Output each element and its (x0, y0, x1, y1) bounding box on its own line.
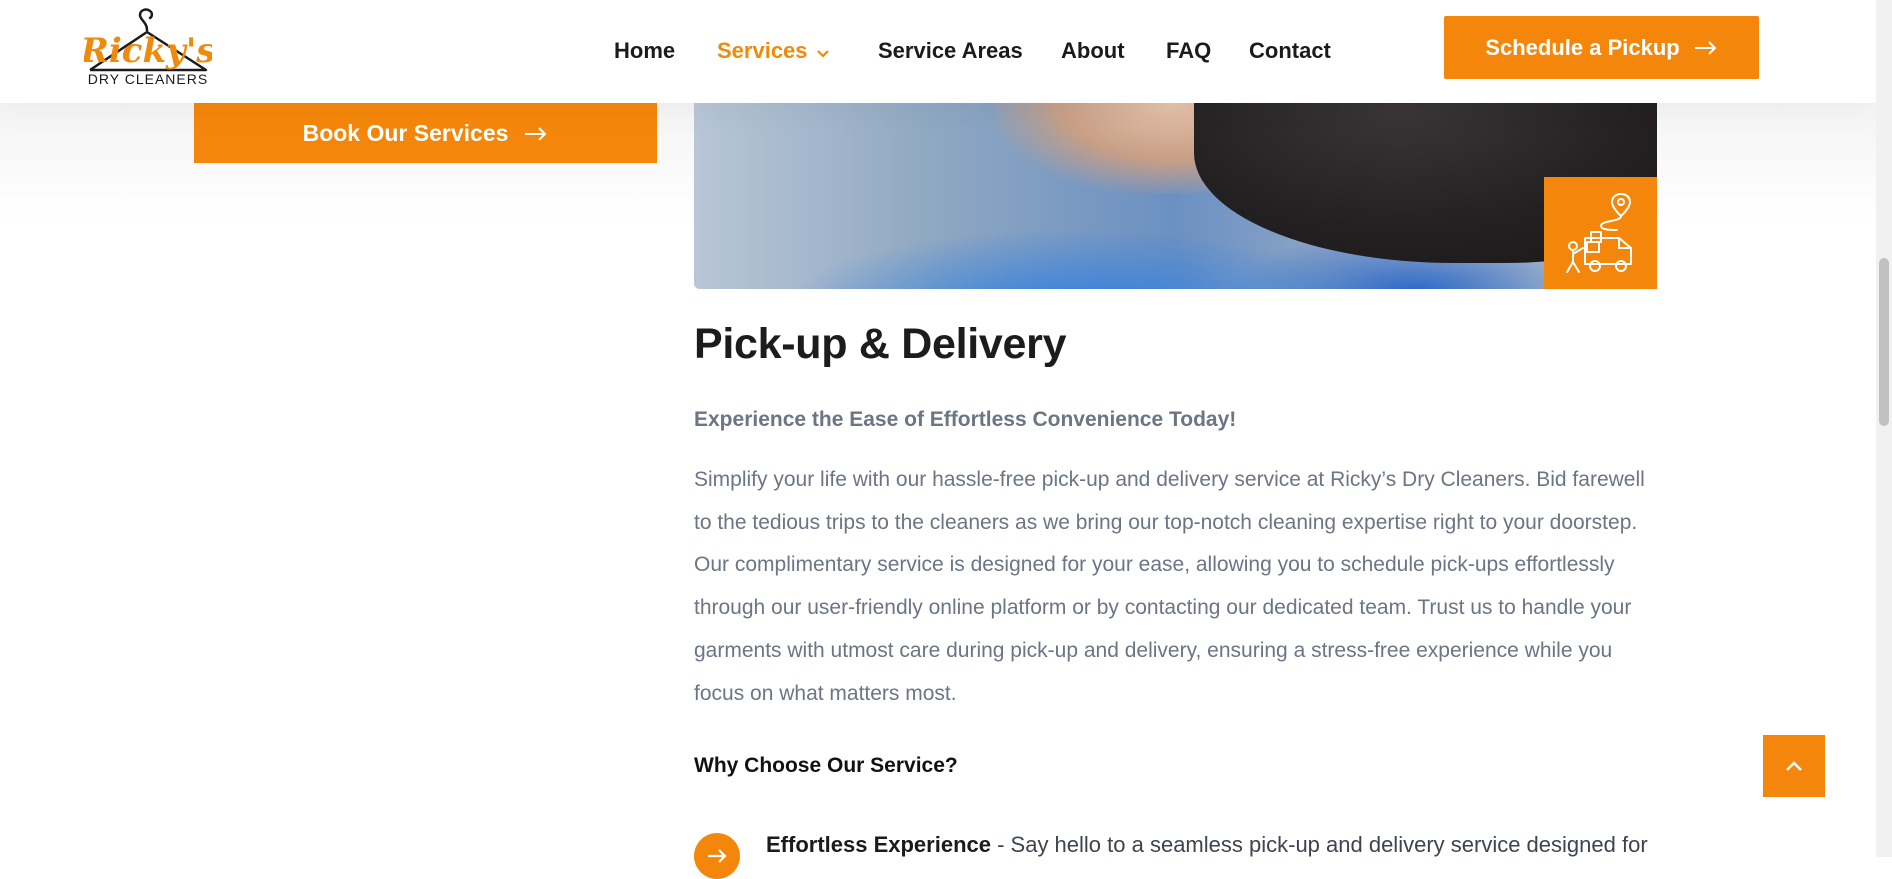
page-title: Pick-up & Delivery (694, 320, 1067, 368)
page-subtitle: Experience the Ease of Effortless Conven… (694, 408, 1237, 431)
logo-brand: Ricky's (84, 31, 212, 71)
nav-faq[interactable]: FAQ (1166, 36, 1211, 66)
schedule-pickup-label: Schedule a Pickup (1485, 34, 1680, 60)
book-services-label: Book Our Services (302, 119, 509, 146)
chevron-down-icon (816, 37, 830, 67)
feature-item: Effortless Experience - Say hello to a s… (694, 830, 1674, 879)
arrow-right-icon (1694, 35, 1718, 61)
nav-home[interactable]: Home (614, 36, 675, 66)
arrow-right-icon (524, 120, 548, 147)
why-choose-heading: Why Choose Our Service? (694, 754, 958, 777)
page-scrollbar[interactable] (1876, 0, 1892, 857)
nav-service-areas[interactable]: Service Areas (878, 36, 1023, 66)
site-header: Ricky's DRY CLEANERS Home Services Servi… (0, 0, 1876, 103)
delivery-van-icon (1544, 177, 1657, 289)
nav-contact[interactable]: Contact (1249, 36, 1331, 66)
service-hero-image (694, 103, 1657, 289)
scrollbar-thumb[interactable] (1879, 258, 1889, 426)
feature-description: - Say hello to a seamless pick-up and de… (990, 832, 1648, 857)
schedule-pickup-button[interactable]: Schedule a Pickup (1444, 16, 1759, 79)
chevron-up-icon (1786, 761, 1802, 771)
logo[interactable]: Ricky's DRY CLEANERS (80, 4, 215, 88)
arrow-circle-icon (694, 833, 740, 879)
book-services-button[interactable]: Book Our Services (194, 103, 657, 163)
back-to-top-button[interactable] (1763, 735, 1825, 797)
intro-paragraph: Simplify your life with our hassle-free … (694, 468, 1645, 705)
feature-title: Effortless Experience (766, 832, 991, 857)
logo-tagline: DRY CLEANERS (88, 71, 208, 87)
feature-text: Effortless Experience - Say hello to a s… (766, 830, 1648, 860)
logo-graphic: Ricky's DRY CLEANERS (80, 8, 215, 87)
nav-about[interactable]: About (1061, 36, 1125, 66)
nav-services-label: Services (717, 38, 808, 63)
nav-services[interactable]: Services (717, 36, 830, 67)
